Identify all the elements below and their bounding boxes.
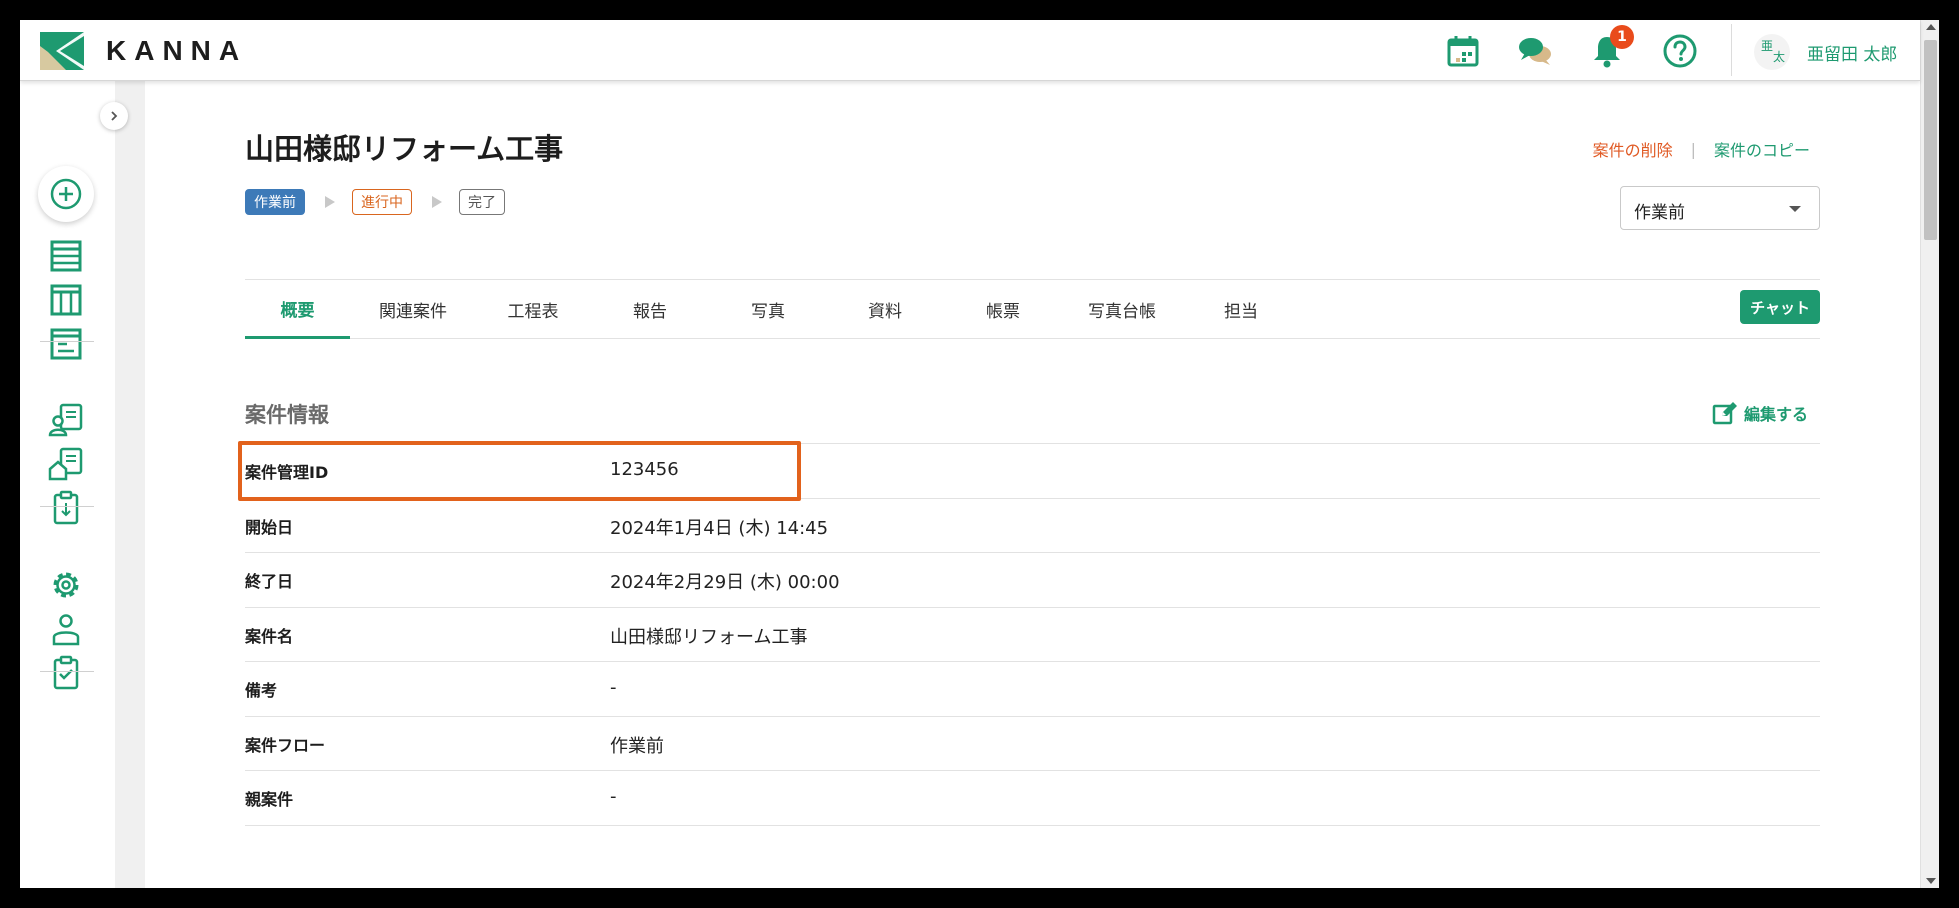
customer-card-icon[interactable] — [45, 399, 87, 441]
info-row-notes: 備考 - — [245, 662, 1820, 717]
copy-project-link[interactable]: 案件のコピー — [1714, 137, 1810, 161]
logo-text: KANNA — [106, 35, 248, 66]
flow-arrow-icon — [432, 196, 442, 208]
tab-forms[interactable]: 帳票 — [944, 280, 1062, 338]
info-row-project-id: 案件管理ID 123456 — [245, 444, 1820, 499]
scrollbar[interactable] — [1920, 20, 1939, 888]
sidebar-toggle-button[interactable] — [100, 102, 128, 130]
project-actions: 案件の削除 | 案件のコピー — [1593, 137, 1810, 161]
kanna-logo[interactable]: KANNA — [40, 32, 247, 70]
info-label: 開始日 — [245, 517, 294, 537]
sidebar-divider — [40, 341, 94, 342]
tab-photos[interactable]: 写真 — [709, 280, 827, 338]
sidebar-divider — [40, 671, 94, 672]
flow-arrow-icon — [325, 196, 335, 208]
info-label: 親案件 — [245, 790, 294, 809]
clipboard-download-icon[interactable] — [45, 487, 87, 529]
info-row-project-flow: 案件フロー 作業前 — [245, 717, 1820, 771]
project-info-table: 案件管理ID 123456 開始日 2024年1月4日 (木) 14:45 終了… — [245, 443, 1820, 826]
delete-project-link[interactable]: 案件の削除 — [1593, 137, 1673, 161]
info-row-parent-project: 親案件 - — [245, 771, 1820, 826]
avatar-char-1: 亜 — [1761, 39, 1774, 53]
notification-badge: 1 — [1610, 25, 1634, 49]
tab-assignees[interactable]: 担当 — [1182, 280, 1300, 338]
help-icon[interactable] — [1661, 32, 1699, 70]
scrollbar-thumb[interactable] — [1924, 40, 1937, 240]
tab-overview[interactable]: 概要 — [245, 280, 350, 339]
info-value: - — [610, 677, 617, 698]
flow-step-complete: 完了 — [459, 189, 505, 215]
status-select-value: 作業前 — [1634, 203, 1685, 223]
info-label: 案件フロー — [245, 735, 326, 755]
main-content: 山田様邸リフォーム工事 案件の削除 | 案件のコピー 作業前 進行中 完了 作業… — [145, 81, 1920, 888]
app-window: KANNA 1 亜 太 亜留田 太郎 山田様邸リフォーム工事 案件の削除 | 案… — [20, 20, 1939, 888]
info-row-start-date: 開始日 2024年1月4日 (木) 14:45 — [245, 499, 1820, 553]
user-name[interactable]: 亜留田 太郎 — [1807, 40, 1897, 65]
edit-button[interactable]: 編集する — [1712, 401, 1808, 425]
board-columns-icon[interactable] — [45, 279, 87, 321]
page-title: 山田様邸リフォーム工事 — [245, 132, 564, 166]
info-value: 2024年2月29日 (木) 00:00 — [610, 572, 840, 593]
info-value: 2024年1月4日 (木) 14:45 — [610, 517, 829, 539]
header-divider — [1731, 24, 1732, 76]
clipboard-check-icon[interactable] — [45, 652, 87, 694]
flow-step-in-progress: 進行中 — [352, 189, 412, 215]
actions-separator: | — [1690, 139, 1696, 159]
edit-label: 編集する — [1743, 405, 1808, 424]
info-label: 案件管理ID — [245, 463, 329, 482]
add-circle-icon[interactable] — [38, 166, 94, 222]
avatar[interactable]: 亜 太 — [1754, 34, 1790, 70]
tab-documents[interactable]: 資料 — [826, 280, 944, 338]
sidebar-divider — [40, 506, 94, 507]
bell-icon[interactable]: 1 — [1588, 25, 1634, 70]
tab-reports[interactable]: 報告 — [591, 280, 709, 338]
info-value: 123456 — [610, 459, 679, 480]
flow-steps: 作業前 進行中 完了 — [245, 189, 505, 215]
info-value: 作業前 — [610, 735, 664, 757]
gear-icon[interactable] — [45, 564, 87, 606]
chat-button[interactable]: チャット — [1740, 290, 1820, 324]
caret-down-icon — [1789, 206, 1801, 212]
info-row-end-date: 終了日 2024年2月29日 (木) 00:00 — [245, 553, 1820, 608]
flow-step-before-work: 作業前 — [245, 189, 305, 215]
info-row-project-name: 案件名 山田様邸リフォーム工事 — [245, 608, 1820, 662]
info-value: 山田様邸リフォーム工事 — [610, 626, 808, 648]
avatar-char-2: 太 — [1773, 50, 1786, 64]
top-header: KANNA 1 亜 太 亜留田 太郎 — [20, 20, 1920, 81]
tab-schedule[interactable]: 工程表 — [474, 280, 592, 338]
document-icon[interactable] — [45, 323, 87, 365]
chevron-right-icon — [111, 111, 118, 121]
calendar-icon[interactable] — [1444, 32, 1482, 70]
info-label: 備考 — [245, 681, 278, 700]
kanna-logo-mark-icon — [40, 32, 84, 70]
section-title: 案件情報 — [245, 403, 329, 427]
tab-bar: 概要 関連案件 工程表 報告 写真 資料 帳票 写真台帳 担当 チャット — [245, 279, 1820, 339]
sidebar — [20, 81, 115, 888]
user-icon[interactable] — [45, 608, 87, 650]
scroll-down-arrow-icon[interactable] — [1926, 878, 1936, 884]
edit-icon — [1712, 402, 1737, 425]
property-card-icon[interactable] — [45, 443, 87, 485]
scroll-up-arrow-icon[interactable] — [1926, 24, 1936, 30]
info-label: 案件名 — [245, 626, 294, 646]
tab-photo-ledger[interactable]: 写真台帳 — [1063, 280, 1181, 338]
status-select[interactable]: 作業前 — [1620, 186, 1820, 230]
info-label: 終了日 — [245, 572, 294, 591]
chat-bubbles-icon[interactable] — [1516, 32, 1554, 70]
info-value: - — [610, 786, 617, 807]
list-icon[interactable] — [45, 235, 87, 277]
tab-related-projects[interactable]: 関連案件 — [354, 280, 472, 338]
